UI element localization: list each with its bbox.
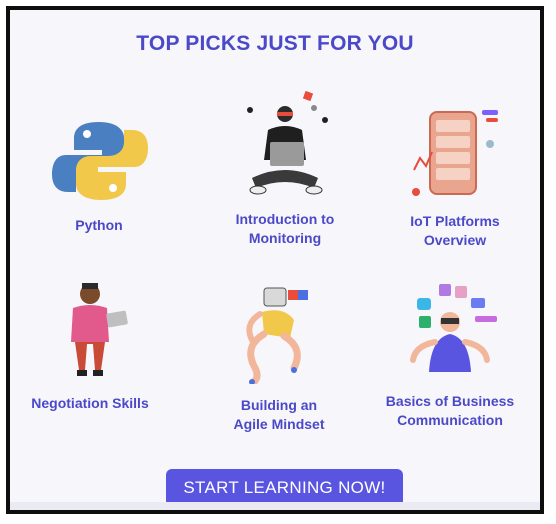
course-card-introduction-to-monitoring[interactable]: Introduction to Monitoring: [200, 90, 370, 248]
agile-figure-icon: [224, 284, 334, 384]
course-card-building-an-agile-mindset[interactable]: Building an Agile Mindset: [194, 284, 364, 434]
course-label: Introduction to Monitoring: [235, 211, 335, 246]
course-label: Negotiation Skills: [31, 395, 149, 411]
course-label: Basics of Business Communication: [385, 393, 515, 428]
course-card-iot-platforms-overview[interactable]: IoT Platforms Overview: [370, 100, 540, 250]
iot-phone-icon: [400, 100, 510, 208]
course-card-negotiation-skills[interactable]: Negotiation Skills: [10, 280, 175, 413]
top-picks-panel: TOP PICKS JUST FOR YOU Python Introducti…: [6, 6, 544, 514]
course-card-python[interactable]: Python: [14, 108, 184, 235]
python-logo-icon: [44, 108, 154, 208]
bottom-divider: [10, 502, 540, 510]
person-laptop-icon: [35, 280, 145, 384]
vr-communication-icon: [395, 276, 505, 384]
course-label: Python: [75, 217, 123, 233]
laptop-person-icon: [230, 90, 340, 208]
section-title: TOP PICKS JUST FOR YOU: [136, 32, 414, 55]
course-card-basics-of-business-communication[interactable]: Basics of Business Communication: [365, 276, 535, 430]
course-label: Building an Agile Mindset: [233, 397, 325, 432]
course-label: IoT Platforms Overview: [410, 213, 500, 248]
